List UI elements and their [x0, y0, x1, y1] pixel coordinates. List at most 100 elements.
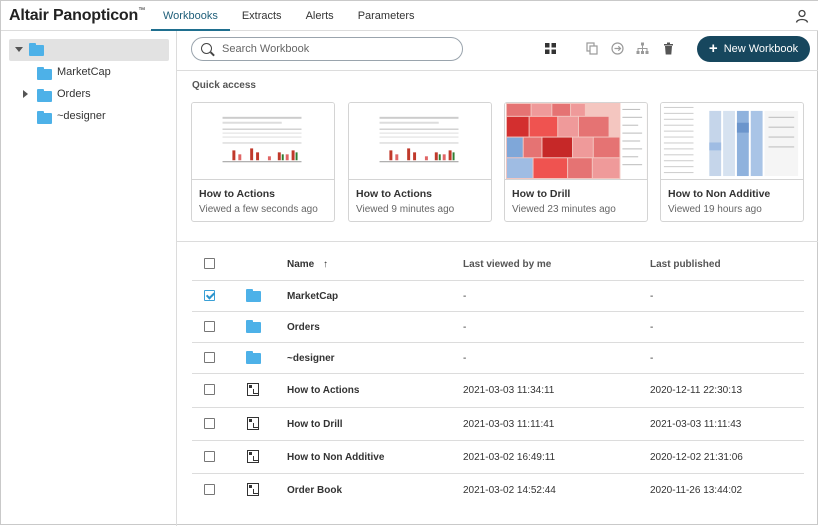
search-input[interactable] — [222, 41, 452, 57]
workbook-thumbnail — [192, 103, 334, 180]
row-checkbox[interactable] — [204, 384, 215, 395]
sort-arrow-icon: ↑ — [323, 259, 329, 270]
trademark-mark: ™ — [138, 7, 145, 14]
plus-icon: + — [708, 40, 718, 57]
tree-item-label: ~designer — [57, 110, 106, 122]
table-header: Name ↑ Last viewed by me Last published — [192, 249, 804, 281]
quick-access-card[interactable]: How to Actions Viewed a few seconds ago — [191, 102, 335, 222]
workbook-thumbnail — [661, 103, 803, 180]
row-last-published: 2020-12-02 21:31:06 — [650, 452, 743, 463]
row-name[interactable]: Orders — [287, 322, 320, 333]
column-header-last-published[interactable]: Last published — [650, 259, 721, 270]
table-row[interactable]: How to Non Additive 2021-03-02 16:49:11 … — [192, 441, 804, 474]
row-name[interactable]: ~designer — [287, 353, 335, 364]
tab-parameters[interactable]: Parameters — [346, 1, 427, 31]
column-header-name[interactable]: Name ↑ — [287, 259, 328, 270]
row-checkbox[interactable] — [204, 290, 215, 301]
row-checkbox[interactable] — [204, 418, 215, 429]
search-box[interactable] — [191, 37, 463, 61]
row-last-published: - — [650, 353, 654, 364]
row-last-viewed: - — [463, 322, 467, 333]
folder-icon — [246, 351, 261, 364]
row-last-viewed: - — [463, 353, 467, 364]
grid-view-icon[interactable] — [544, 42, 557, 55]
folder-icon — [37, 89, 52, 102]
tree-root-folder[interactable] — [9, 39, 169, 61]
table-row[interactable]: How to Actions 2021-03-03 11:34:11 2020-… — [192, 374, 804, 408]
folder-icon — [37, 111, 52, 124]
row-name[interactable]: How to Drill — [287, 419, 343, 430]
search-icon — [201, 43, 212, 54]
tree-item-label: Orders — [57, 88, 91, 100]
folder-icon — [246, 289, 261, 302]
tab-workbooks[interactable]: Workbooks — [151, 1, 230, 31]
quick-access-card[interactable]: How to Actions Viewed 9 minutes ago — [348, 102, 492, 222]
folder-icon — [37, 67, 52, 80]
row-last-published: - — [650, 291, 654, 302]
card-title: How to Actions — [199, 188, 276, 200]
user-icon[interactable] — [795, 9, 809, 23]
tree-item-label: MarketCap — [57, 66, 111, 78]
card-title: How to Drill — [512, 188, 571, 200]
row-name[interactable]: How to Non Additive — [287, 452, 384, 463]
row-last-viewed: 2021-03-02 14:52:44 — [463, 485, 556, 496]
toolbar-divider — [177, 70, 818, 71]
row-last-published: 2020-11-26 13:44:02 — [650, 485, 743, 496]
hierarchy-icon[interactable] — [636, 42, 649, 55]
row-last-viewed: 2021-03-02 16:49:11 — [463, 452, 556, 463]
workbook-icon — [247, 450, 259, 463]
workbook-thumbnail — [349, 103, 491, 180]
tree-item-orders[interactable]: Orders — [17, 85, 167, 105]
folder-icon — [29, 43, 44, 56]
row-last-viewed: - — [463, 291, 467, 302]
card-title: How to Actions — [356, 188, 433, 200]
row-name[interactable]: MarketCap — [287, 291, 338, 302]
card-subtitle: Viewed 19 hours ago — [668, 204, 762, 215]
row-checkbox[interactable] — [204, 352, 215, 363]
workbook-thumbnail — [505, 103, 647, 180]
row-name[interactable]: Order Book — [287, 485, 342, 496]
row-checkbox[interactable] — [204, 484, 215, 495]
row-checkbox[interactable] — [204, 321, 215, 332]
new-workbook-button[interactable]: + New Workbook — [697, 36, 810, 62]
table-row[interactable]: MarketCap - - — [192, 281, 804, 312]
row-name[interactable]: How to Actions — [287, 385, 359, 396]
trash-icon[interactable] — [662, 42, 675, 55]
tab-alerts[interactable]: Alerts — [294, 1, 346, 31]
column-header-label: Name — [287, 259, 315, 270]
new-workbook-label: New Workbook — [723, 43, 799, 55]
select-all-checkbox[interactable] — [204, 258, 215, 269]
tree-item-designer[interactable]: ~designer — [17, 107, 167, 127]
app-window: Altair Panopticon™ Workbooks Extracts Al… — [0, 0, 818, 526]
row-last-viewed: 2021-03-03 11:34:11 — [463, 385, 555, 396]
expand-caret-icon[interactable] — [15, 47, 23, 52]
row-last-published: 2020-12-11 22:30:13 — [650, 385, 743, 396]
folder-tree: MarketCap Orders ~designer — [1, 31, 177, 526]
expand-caret-icon[interactable] — [23, 90, 28, 98]
table-row[interactable]: Order Book 2021-03-02 14:52:44 2020-11-2… — [192, 474, 804, 508]
quick-access-card[interactable]: How to Non Additive Viewed 19 hours ago — [660, 102, 804, 222]
table-row[interactable]: Orders - - — [192, 312, 804, 343]
table-row[interactable]: ~designer - - — [192, 343, 804, 374]
row-last-published: - — [650, 322, 654, 333]
move-icon[interactable] — [611, 42, 624, 55]
card-subtitle: Viewed 23 minutes ago — [512, 204, 616, 215]
column-header-last-viewed[interactable]: Last viewed by me — [463, 259, 551, 270]
app-logo: Altair Panopticon™ — [9, 7, 145, 25]
row-last-published: 2021-03-03 11:11:43 — [650, 419, 742, 430]
card-subtitle: Viewed 9 minutes ago — [356, 204, 455, 215]
copy-icon[interactable] — [586, 42, 599, 55]
tree-item-marketcap[interactable]: MarketCap — [17, 63, 167, 83]
table-row[interactable]: How to Drill 2021-03-03 11:11:41 2021-03… — [192, 408, 804, 441]
card-subtitle: Viewed a few seconds ago — [199, 204, 318, 215]
row-checkbox[interactable] — [204, 451, 215, 462]
top-bar: Altair Panopticon™ Workbooks Extracts Al… — [1, 1, 818, 31]
workbook-icon — [247, 383, 259, 396]
quick-access-title: Quick access — [192, 80, 256, 91]
app-title: Altair Panopticon — [9, 7, 139, 24]
section-divider — [177, 241, 818, 242]
tab-extracts[interactable]: Extracts — [230, 1, 294, 31]
card-title: How to Non Additive — [668, 188, 771, 200]
quick-access-card[interactable]: How to Drill Viewed 23 minutes ago — [504, 102, 648, 222]
folder-icon — [246, 320, 261, 333]
